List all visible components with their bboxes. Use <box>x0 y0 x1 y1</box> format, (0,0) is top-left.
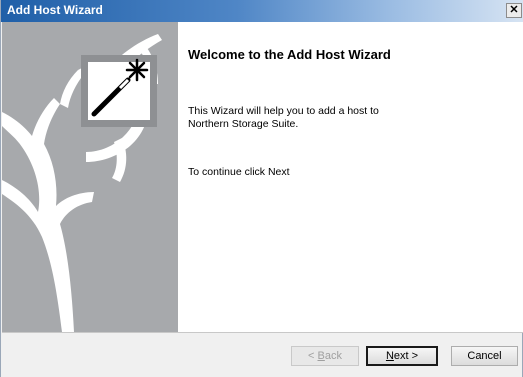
welcome-heading: Welcome to the Add Host Wizard <box>188 47 391 62</box>
deer-antler-logo <box>2 34 162 332</box>
wizard-content: Welcome to the Add Host Wizard This Wiza… <box>178 22 523 332</box>
back-prefix: < <box>308 350 318 362</box>
close-button[interactable]: ✕ <box>506 3 522 18</box>
back-label-rest: ack <box>324 350 342 362</box>
next-label-rest: ext > <box>393 350 419 362</box>
next-button[interactable]: Next > <box>366 346 438 366</box>
close-icon: ✕ <box>509 4 519 16</box>
window-title: Add Host Wizard <box>7 3 103 17</box>
wizard-window: Add Host Wizard ✕ Welcome to the Add Hos… <box>0 0 523 377</box>
next-mnemonic: N <box>385 350 394 362</box>
intro-text: This Wizard will help you to add a host … <box>188 105 508 131</box>
intro-line-2: Northern Storage Suite. <box>188 118 299 130</box>
title-bar[interactable]: Add Host Wizard ✕ <box>1 0 523 22</box>
intro-line-1: This Wizard will help you to add a host … <box>188 105 379 117</box>
wizard-side-panel <box>2 22 178 332</box>
footer-divider <box>2 332 523 333</box>
continue-instruction: To continue click Next <box>188 166 290 178</box>
back-mnemonic: B <box>317 350 325 362</box>
cancel-button[interactable]: Cancel <box>451 346 518 366</box>
back-button[interactable]: < Back <box>291 346 359 366</box>
